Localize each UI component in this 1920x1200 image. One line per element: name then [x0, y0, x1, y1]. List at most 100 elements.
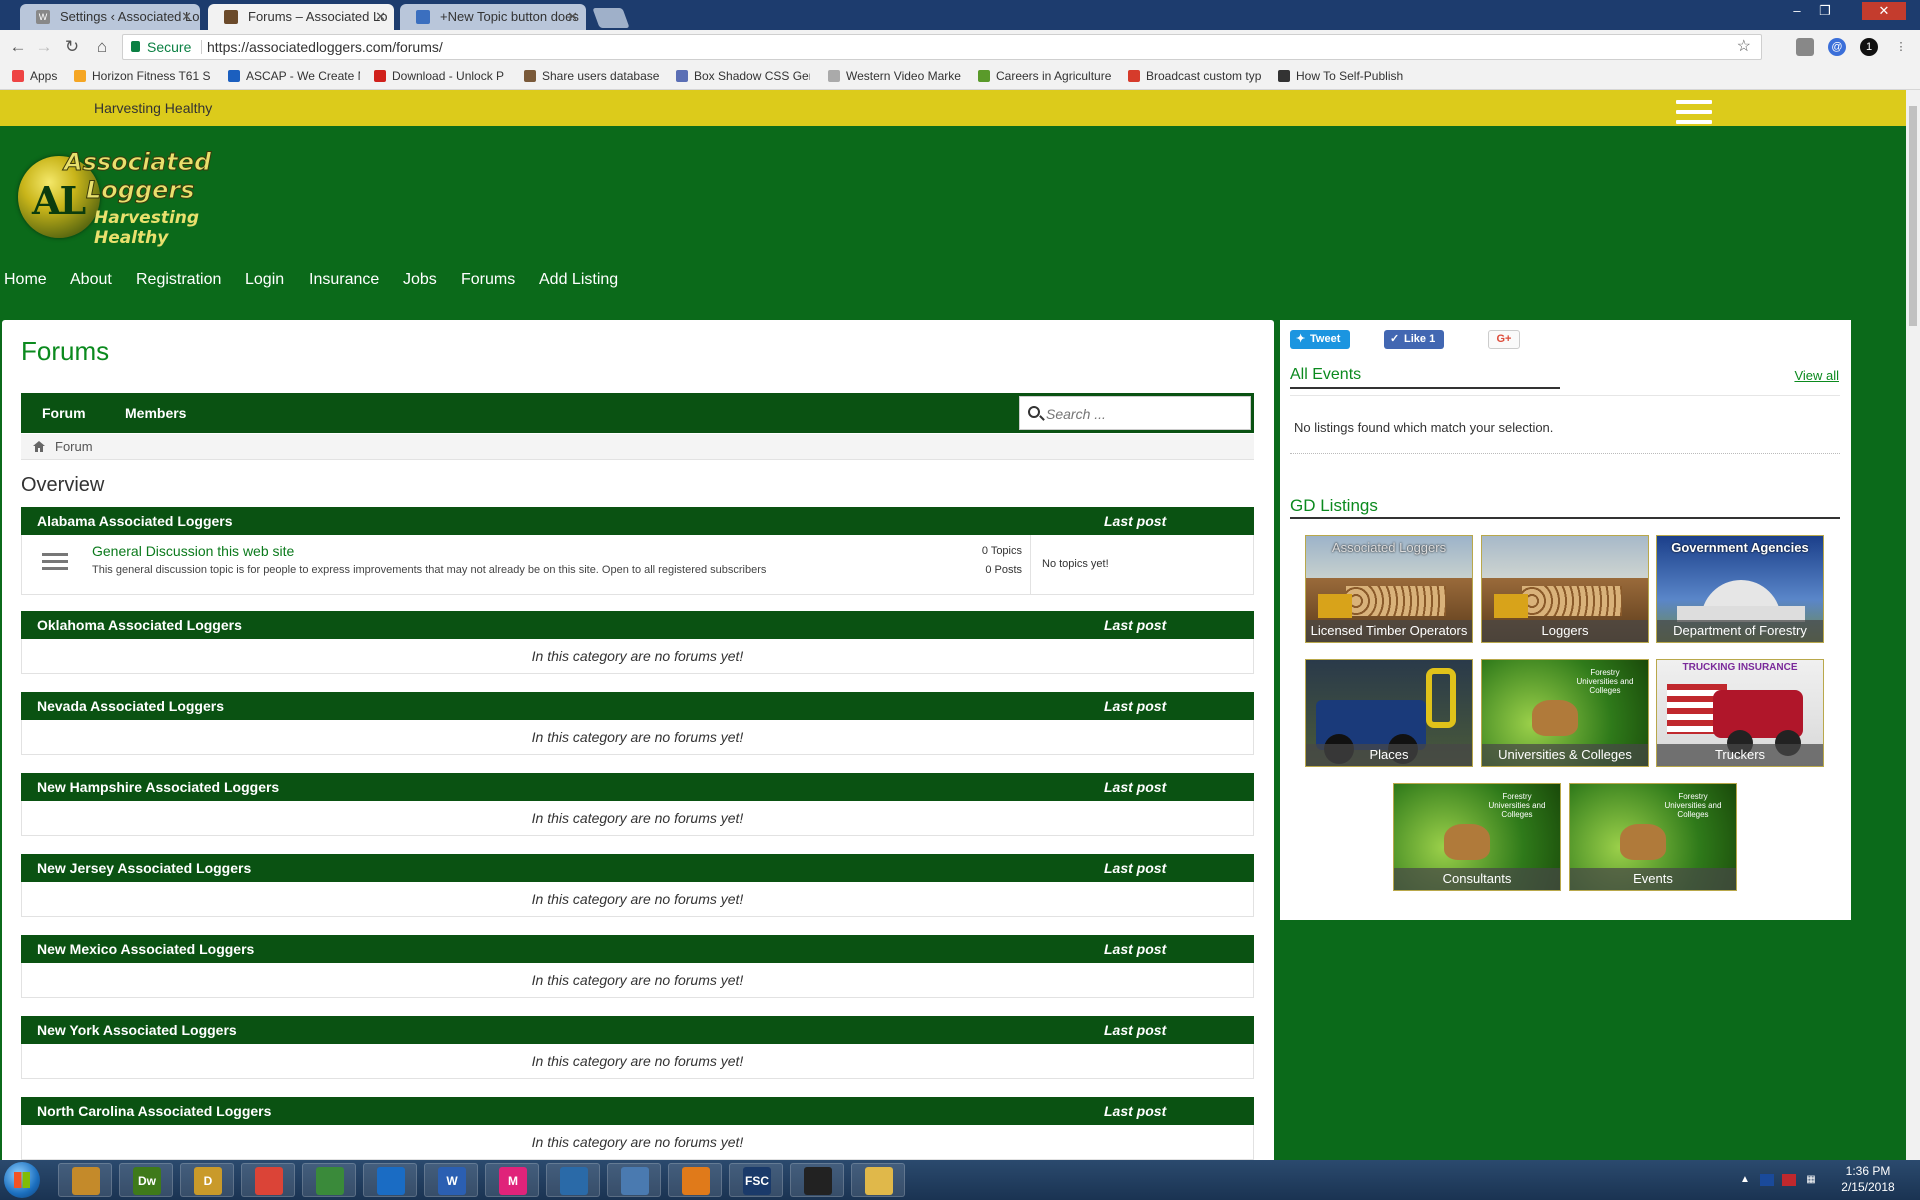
address-bar[interactable]: Secure https://associatedloggers.com/for…: [122, 34, 1762, 60]
listing-tile-truckers[interactable]: TRUCKING INSURANCE Truckers: [1656, 659, 1824, 767]
close-icon[interactable]: ✕: [567, 4, 578, 30]
network-icon[interactable]: ▦: [1804, 1174, 1818, 1186]
bookmark-item[interactable]: Download - Unlock P: [372, 64, 510, 88]
taskbar-app-button[interactable]: FSC: [729, 1163, 783, 1197]
taskbar-app-button[interactable]: [58, 1163, 112, 1197]
tab-forum[interactable]: Forum: [42, 393, 86, 433]
like-button[interactable]: ✓ Like 1: [1384, 330, 1444, 349]
search-input[interactable]: [1046, 403, 1242, 425]
tab-members[interactable]: Members: [125, 393, 186, 433]
nav-login[interactable]: Login: [245, 266, 284, 294]
google-plus-button[interactable]: G+: [1488, 330, 1520, 349]
nav-about[interactable]: About: [70, 266, 112, 294]
listing-tile-department-of-forestry[interactable]: Government Agencies Department of Forest…: [1656, 535, 1824, 643]
tab-forums[interactable]: Forums – Associated Lo ✕: [208, 4, 394, 30]
listing-tile-licensed-timber-operators[interactable]: Associated Loggers Licensed Timber Opera…: [1305, 535, 1473, 643]
breadcrumb-forum[interactable]: Forum: [55, 434, 93, 460]
tray-app-icon[interactable]: [1760, 1174, 1774, 1186]
scrollbar-thumb[interactable]: [1909, 106, 1917, 326]
bookmark-item[interactable]: Share users database: [522, 64, 660, 88]
tray-arrow-icon[interactable]: ▲: [1738, 1174, 1752, 1186]
system-clock[interactable]: 1:36 PM 2/15/2018: [1828, 1163, 1908, 1195]
close-icon[interactable]: ✕: [375, 4, 386, 30]
category-header[interactable]: New York Associated Loggers Last post: [21, 1016, 1254, 1044]
bookmark-icon: [1278, 70, 1290, 82]
tweet-button[interactable]: ✦ Tweet: [1290, 330, 1350, 349]
nav-home[interactable]: Home: [4, 266, 47, 294]
bookmark-star-icon[interactable]: ☆: [1737, 35, 1751, 59]
bookmark-item[interactable]: Apps: [10, 64, 68, 88]
bookmark-item[interactable]: Broadcast custom typ: [1126, 64, 1264, 88]
category-header[interactable]: New Hampshire Associated Loggers Last po…: [21, 773, 1254, 801]
category-header[interactable]: Alabama Associated Loggers Last post: [21, 507, 1254, 535]
nav-add-listing[interactable]: Add Listing: [539, 266, 618, 294]
site-logo[interactable]: AL Associated Loggers Harvesting Healthy: [18, 148, 268, 248]
bookmark-item[interactable]: Careers in Agriculture: [976, 64, 1114, 88]
extension-icon[interactable]: @: [1828, 38, 1846, 56]
bookmark-item[interactable]: Horizon Fitness T61 S: [72, 64, 214, 88]
tab-new-topic[interactable]: +New Topic button does ✕: [400, 4, 586, 30]
fsc-rater-icon: FSC: [743, 1167, 771, 1195]
bookmark-item[interactable]: ASCAP - We Create M: [226, 64, 360, 88]
nav-registration[interactable]: Registration: [136, 266, 221, 294]
listing-tile-events[interactable]: Forestry Universities and Colleges Event…: [1569, 783, 1737, 891]
category-body: In this category are no forums yet!: [21, 639, 1254, 674]
taskbar-app-button[interactable]: [790, 1163, 844, 1197]
category-header[interactable]: North Carolina Associated Loggers Last p…: [21, 1097, 1254, 1125]
category-header[interactable]: New Jersey Associated Loggers Last post: [21, 854, 1254, 882]
new-tab-button[interactable]: [592, 8, 630, 28]
category-header[interactable]: Oklahoma Associated Loggers Last post: [21, 611, 1254, 639]
home-icon[interactable]: [33, 441, 45, 452]
category-body: In this category are no forums yet!: [21, 720, 1254, 755]
bookmark-item[interactable]: Western Video Marke: [826, 64, 962, 88]
last-post-label: Last post: [1104, 617, 1167, 633]
last-post-label: Last post: [1104, 941, 1167, 957]
taskbar-app-button[interactable]: [851, 1163, 905, 1197]
category-header[interactable]: New Mexico Associated Loggers Last post: [21, 935, 1254, 963]
menu-kebab-icon[interactable]: ⋮: [1892, 38, 1910, 56]
hamburger-menu-icon[interactable]: [1676, 100, 1712, 128]
tray-app-icon[interactable]: [1782, 1174, 1796, 1186]
taskbar-app-button[interactable]: [241, 1163, 295, 1197]
category-body: In this category are no forums yet!: [21, 1125, 1254, 1160]
tab-settings[interactable]: W Settings ‹ Associated Lo ✕: [20, 4, 200, 30]
taskbar-app-button[interactable]: [546, 1163, 600, 1197]
bookmark-item[interactable]: How To Self-Publish: [1276, 64, 1414, 88]
taskbar-app-button[interactable]: D: [180, 1163, 234, 1197]
extension-icon[interactable]: [1796, 38, 1814, 56]
listing-tile-universities-colleges[interactable]: Forestry Universities and Colleges Unive…: [1481, 659, 1649, 767]
minimize-icon[interactable]: –: [1784, 2, 1810, 20]
close-icon[interactable]: ✕: [181, 4, 192, 30]
restore-icon[interactable]: ❐: [1812, 2, 1838, 20]
bookmark-item[interactable]: Box Shadow CSS Gen: [674, 64, 810, 88]
listing-tile-places[interactable]: Places: [1305, 659, 1473, 767]
category-header[interactable]: Nevada Associated Loggers Last post: [21, 692, 1254, 720]
page-scrollbar[interactable]: [1906, 90, 1920, 1160]
listing-tile-loggers[interactable]: Loggers: [1481, 535, 1649, 643]
forum-search[interactable]: [1019, 396, 1251, 430]
taskbar-app-button[interactable]: M: [485, 1163, 539, 1197]
back-icon[interactable]: ←: [8, 37, 28, 57]
start-button[interactable]: [4, 1162, 40, 1198]
browser-toolbar: ← → ↻ ⌂ Secure https://associatedloggers…: [0, 30, 1920, 64]
taskbar-app-button[interactable]: [607, 1163, 661, 1197]
forum-title-link[interactable]: General Discussion this web site: [92, 543, 294, 559]
taskbar-app-button[interactable]: Dw: [119, 1163, 173, 1197]
tab-label: Settings ‹ Associated Lo: [60, 9, 200, 24]
gift-icon: [1128, 70, 1140, 82]
window-close-icon[interactable]: ✕: [1862, 2, 1906, 20]
tile-overlay-text: Forestry Universities and Colleges: [1664, 792, 1722, 819]
taskbar-app-button[interactable]: [668, 1163, 722, 1197]
home-icon[interactable]: ⌂: [92, 37, 112, 57]
taskbar-app-button[interactable]: [363, 1163, 417, 1197]
forward-icon[interactable]: →: [34, 37, 54, 57]
view-all-link[interactable]: View all: [1794, 368, 1839, 383]
nav-forums[interactable]: Forums: [461, 266, 515, 294]
nav-insurance[interactable]: Insurance: [309, 266, 379, 294]
listing-tile-consultants[interactable]: Forestry Universities and Colleges Consu…: [1393, 783, 1561, 891]
taskbar-app-button[interactable]: W: [424, 1163, 478, 1197]
nav-jobs[interactable]: Jobs: [403, 266, 437, 294]
taskbar-app-button[interactable]: [302, 1163, 356, 1197]
extension-icon[interactable]: 1: [1860, 38, 1878, 56]
reload-icon[interactable]: ↻: [62, 37, 82, 57]
